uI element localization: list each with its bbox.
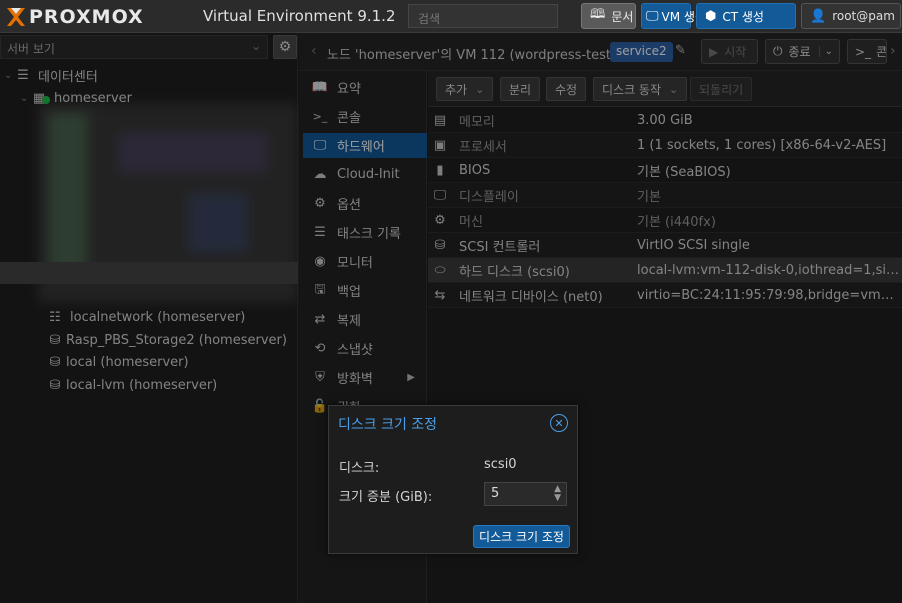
logo-text: PROXMOX [29, 6, 144, 28]
resize-disk-button[interactable]: 디스크 크기 조정 [473, 525, 570, 548]
create-ct-label: CT 생성 [722, 9, 764, 24]
create-vm-button[interactable]: 🖵 VM 생성 [641, 3, 706, 29]
search-input[interactable]: 검색 [408, 4, 558, 28]
user-label: root@pam [832, 9, 895, 23]
proxmox-logo: PROXMOX [5, 6, 144, 28]
size-increment-field[interactable]: 5 ▲ ▼ [484, 482, 567, 506]
cube-icon: ⬢ [705, 8, 717, 24]
resize-disk-dialog: 디스크 크기 조정 ✕ 디스크: scsi0 크기 증분 (GiB): 5 ▲ ▼… [328, 405, 578, 554]
user-icon: 👤 [810, 8, 827, 24]
proxmox-x-icon [7, 8, 25, 26]
book-icon: 🕮 [590, 7, 606, 22]
create-ct-button[interactable]: ⬢ CT 생성 [696, 3, 796, 29]
user-menu-button[interactable]: 👤 root@pam ⌄ [801, 3, 902, 29]
resize-disk-label: 디스크 크기 조정 [479, 530, 564, 544]
dialog-title: 디스크 크기 조정 [338, 417, 438, 433]
disk-label: 디스크: [339, 461, 380, 476]
spinner-icon[interactable]: ▲ ▼ [554, 485, 561, 503]
version-title: Virtual Environment 9.1.2 [203, 7, 396, 25]
size-increment-value: 5 [491, 486, 500, 501]
size-increment-label: 크기 증분 (GiB): [339, 490, 433, 505]
disk-value: scsi0 [484, 457, 517, 472]
docs-button[interactable]: 🕮 문서 [581, 3, 636, 29]
desktop-icon: 🖵 [646, 8, 659, 24]
top-bar: PROXMOX Virtual Environment 9.1.2 검색 🕮 문… [0, 0, 902, 33]
docs-label: 문서 [611, 9, 634, 24]
close-icon[interactable]: ✕ [550, 414, 568, 432]
